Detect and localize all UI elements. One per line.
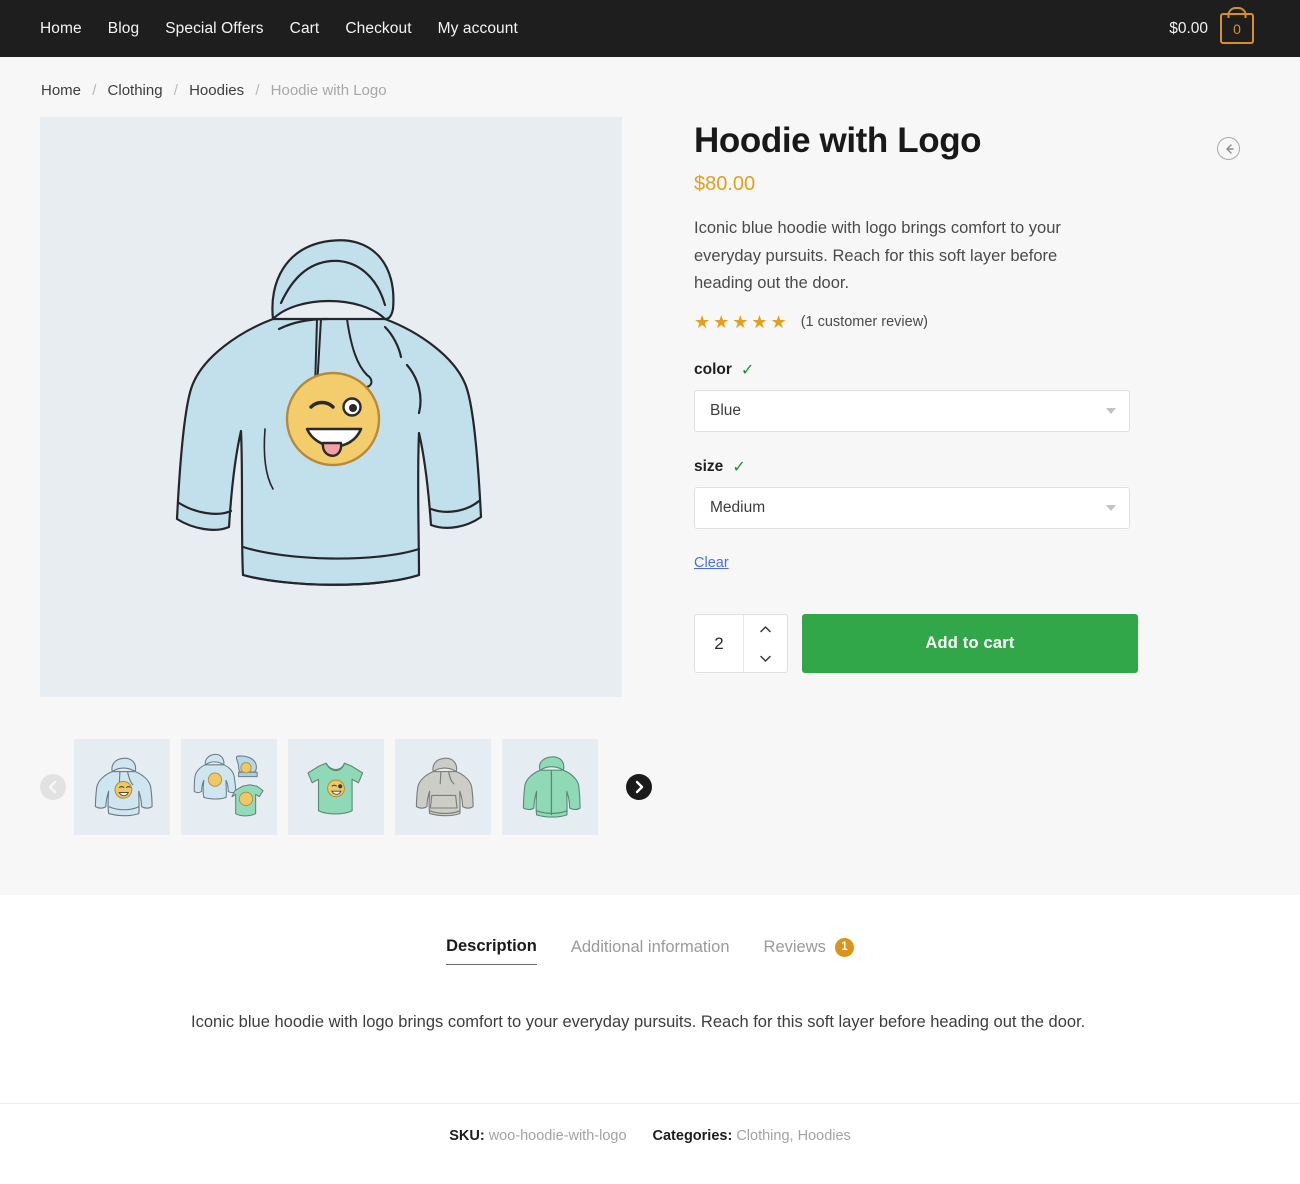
thumbnail-grey-hoodie-icon [415, 757, 474, 817]
star-rating-icon: ★★★★★ [694, 312, 790, 333]
product-categories: Categories: Clothing, Hoodies [653, 1128, 851, 1144]
check-icon: ✓ [740, 362, 755, 380]
tab-description-label: Description [446, 937, 537, 955]
site-header: Home Blog Special Offers Cart Checkout M… [0, 0, 1300, 57]
gallery-thumbnail-3[interactable] [288, 739, 384, 835]
gallery-thumbnail-5[interactable] [502, 739, 598, 835]
shopping-bag-icon[interactable]: 0 [1220, 13, 1254, 44]
product-region: Home / Clothing / Hoodies / Hoodie with … [0, 57, 1300, 895]
reviews-count-badge: 1 [834, 937, 854, 957]
nav-item-special-offers[interactable]: Special Offers [165, 20, 263, 38]
arrow-left-circle-icon[interactable] [1217, 137, 1240, 160]
clear-variations-link[interactable]: Clear [694, 555, 729, 571]
product-short-description: Iconic blue hoodie with logo brings comf… [694, 219, 1061, 292]
quantity-stepper-buttons [743, 615, 787, 673]
thumbnail-bundle-icon [193, 753, 264, 817]
breadcrumb-hoodies[interactable]: Hoodies [189, 82, 244, 99]
size-label-text: size [694, 458, 724, 476]
gallery-thumbnail-strip [40, 739, 652, 835]
product-price: $80.00 [694, 173, 756, 196]
check-icon: ✓ [732, 459, 746, 477]
tab-panel-description: Iconic blue hoodie with logo brings comf… [191, 1013, 1086, 1031]
primary-navigation: Home Blog Special Offers Cart Checkout M… [40, 20, 518, 38]
tab-reviews-label: Reviews [763, 937, 826, 956]
tab-additional-information[interactable]: Additional information [571, 938, 730, 965]
product-gallery [40, 117, 652, 835]
gallery-thumbnail-4[interactable] [395, 739, 491, 835]
quantity-input[interactable]: 2 [695, 615, 743, 672]
color-attribute-label: color ✓ [694, 360, 1260, 380]
quantity-stepper[interactable]: 2 [694, 614, 788, 674]
breadcrumb-separator: / [92, 82, 97, 99]
gallery-thumbnail-1[interactable] [74, 739, 170, 835]
breadcrumb-home[interactable]: Home [41, 82, 81, 99]
tab-reviews[interactable]: Reviews 1 [763, 937, 854, 965]
nav-item-my-account[interactable]: My account [438, 20, 518, 38]
nav-item-cart[interactable]: Cart [290, 20, 320, 38]
product-tabs-region: Description Additional information Revie… [0, 895, 1300, 1144]
product-main-image[interactable] [40, 117, 622, 697]
product-rating: ★★★★★ (1 customer review) [694, 313, 1260, 331]
product-meta: SKU: woo-hoodie-with-logo Categories: Cl… [0, 1102, 1300, 1144]
product-summary: Hoodie with Logo $80.00 Iconic blue hood… [626, 117, 1260, 835]
thumbnail-blue-hoodie-icon [94, 757, 153, 817]
cart-item-count: 0 [1233, 20, 1241, 37]
size-select-wrapper[interactable]: Medium [694, 487, 1130, 530]
product-tabs: Description Additional information Revie… [0, 937, 1300, 965]
sku-value: woo-hoodie-with-logo [488, 1127, 627, 1144]
breadcrumb-clothing[interactable]: Clothing [108, 82, 163, 99]
categories-label: Categories: [652, 1127, 733, 1144]
color-select[interactable]: Blue [694, 390, 1130, 433]
breadcrumb-separator: / [255, 82, 260, 99]
tab-additional-information-label: Additional information [570, 937, 730, 956]
category-link-hoodies[interactable]: Hoodies [798, 1128, 851, 1144]
product-sku: SKU: woo-hoodie-with-logo [449, 1128, 626, 1144]
color-label-text: color [694, 361, 732, 379]
breadcrumb-separator: / [173, 82, 178, 99]
hoodie-illustration [175, 239, 483, 586]
add-to-cart-button[interactable]: Add to cart [802, 614, 1138, 674]
sku-label: SKU: [449, 1127, 485, 1144]
cart-total-amount: $0.00 [1169, 19, 1208, 37]
color-select-wrapper[interactable]: Blue [694, 390, 1130, 433]
size-attribute-label: size ✓ [694, 457, 1260, 477]
chevron-up-icon[interactable] [744, 615, 787, 644]
add-to-cart-row: 2 Add to cart [694, 614, 1260, 674]
winking-emoji-logo [285, 371, 381, 467]
nav-item-checkout[interactable]: Checkout [345, 20, 411, 38]
page-title: Hoodie with Logo [694, 121, 982, 160]
category-separator: , [789, 1127, 794, 1144]
thumbnail-green-tshirt-icon [307, 762, 364, 815]
thumbnail-green-zip-hoodie-icon [522, 756, 581, 818]
size-select[interactable]: Medium [694, 487, 1130, 530]
chevron-down-icon[interactable] [744, 644, 787, 673]
product-main: Hoodie with Logo $80.00 Iconic blue hood… [0, 117, 1300, 835]
nav-item-blog[interactable]: Blog [108, 20, 139, 38]
gallery-thumbnail-2[interactable] [181, 739, 277, 835]
nav-item-home[interactable]: Home [40, 20, 82, 38]
tab-description[interactable]: Description [446, 937, 537, 965]
category-link-clothing[interactable]: Clothing [736, 1128, 789, 1144]
chevron-left-circle-icon[interactable] [40, 774, 66, 800]
cart-widget[interactable]: $0.00 0 [1169, 13, 1278, 44]
breadcrumb: Home / Clothing / Hoodies / Hoodie with … [0, 57, 1300, 117]
breadcrumb-current: Hoodie with Logo [270, 82, 387, 99]
customer-review-link[interactable]: (1 customer review) [801, 314, 928, 330]
